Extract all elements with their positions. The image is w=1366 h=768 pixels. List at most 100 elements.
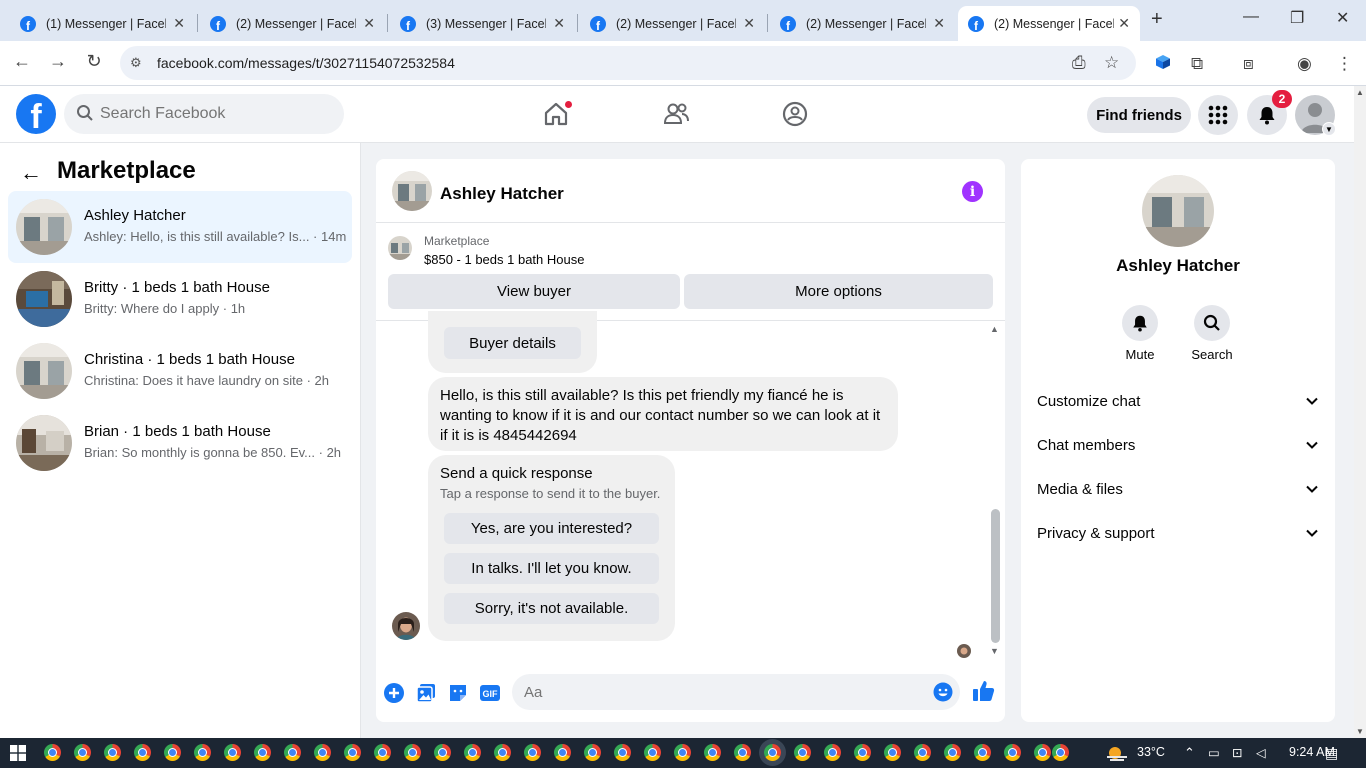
browser-menu-icon[interactable]: ⋮	[1336, 54, 1353, 74]
chrome-taskbar-icon[interactable]	[194, 744, 211, 761]
chrome-taskbar-icon[interactable]	[134, 744, 151, 761]
sticker-icon[interactable]	[447, 682, 469, 704]
scroll-up-arrow-icon[interactable]: ▲	[1356, 88, 1364, 97]
chrome-taskbar-icon[interactable]	[884, 744, 901, 761]
url-text[interactable]: facebook.com/messages/t/3027115407253258…	[157, 55, 455, 71]
browser-tab[interactable]: f (2) Messenger | Facebook ✕	[770, 6, 955, 41]
tab-search-icon[interactable]: ⧈	[1243, 54, 1254, 74]
like-thumbs-up-icon[interactable]	[972, 679, 996, 703]
chrome-taskbar-icon[interactable]	[704, 744, 721, 761]
volume-icon[interactable]: ◁	[1256, 745, 1266, 760]
chrome-taskbar-icon[interactable]	[734, 744, 751, 761]
restore-icon[interactable]: ❐	[1290, 8, 1304, 28]
section-privacy-support[interactable]: Privacy & support	[1029, 511, 1327, 555]
chrome-taskbar-icon[interactable]	[224, 744, 241, 761]
buyer-details-button[interactable]: Buyer details	[444, 327, 581, 359]
chrome-taskbar-icon[interactable]	[374, 744, 391, 761]
gaming-icon[interactable]	[781, 100, 809, 128]
chrome-taskbar-icon[interactable]	[974, 744, 991, 761]
browser-tab[interactable]: f (1) Messenger | Facebook ✕	[10, 6, 195, 41]
chrome-taskbar-icon[interactable]	[854, 744, 871, 761]
scroll-up-arrow-icon[interactable]: ▲	[990, 324, 999, 334]
chrome-taskbar-icon[interactable]	[494, 744, 511, 761]
chrome-taskbar-icon[interactable]	[824, 744, 841, 761]
chrome-taskbar-icon[interactable]	[74, 744, 91, 761]
windows-start-icon[interactable]	[10, 745, 26, 761]
photo-icon[interactable]	[415, 682, 437, 704]
info-icon[interactable]: i	[962, 181, 983, 202]
chrome-taskbar-icon[interactable]	[1052, 744, 1069, 761]
close-window-icon[interactable]: ✕	[1336, 8, 1349, 28]
browser-tab[interactable]: f (2) Messenger | Facebook ✕	[200, 6, 385, 41]
section-media-files[interactable]: Media & files	[1029, 467, 1327, 511]
chrome-taskbar-icon[interactable]	[794, 744, 811, 761]
quick-response-option[interactable]: Yes, are you interested?	[444, 513, 659, 544]
message-scrollbar-thumb[interactable]	[991, 509, 1000, 643]
facebook-search-box[interactable]	[64, 94, 344, 134]
profile-icon[interactable]: ◉	[1297, 54, 1312, 74]
page-scrollbar[interactable]: ▲ ▼	[1354, 86, 1366, 738]
address-bar[interactable]: ⚙ facebook.com/messages/t/30271154072532…	[120, 46, 1136, 80]
install-app-icon[interactable]: ⎙	[1072, 53, 1086, 73]
mute-button[interactable]: Mute	[1110, 305, 1170, 362]
chrome-taskbar-icon[interactable]	[434, 744, 451, 761]
close-tab-icon[interactable]: ✕	[173, 15, 185, 32]
message-input[interactable]	[512, 674, 960, 710]
chrome-taskbar-icon[interactable]	[644, 744, 661, 761]
chrome-taskbar-icon[interactable]	[584, 744, 601, 761]
chrome-taskbar-icon[interactable]	[554, 744, 571, 761]
weather-sun-icon[interactable]	[1105, 743, 1129, 763]
contact-avatar[interactable]	[392, 171, 432, 211]
section-customize-chat[interactable]: Customize chat	[1029, 379, 1327, 423]
extensions-puzzle-icon[interactable]: ⧉	[1191, 54, 1203, 74]
chevron-down-icon[interactable]: ▼	[1322, 122, 1336, 136]
conversation-item-christina[interactable]: Christina · 1 beds 1 bath House Christin…	[8, 335, 352, 407]
scroll-down-arrow-icon[interactable]: ▼	[1356, 727, 1364, 736]
chrome-taskbar-icon[interactable]	[944, 744, 961, 761]
facebook-search-input[interactable]	[100, 94, 330, 134]
quick-response-option[interactable]: Sorry, it's not available.	[444, 593, 659, 624]
temperature-text[interactable]: 33°C	[1137, 745, 1165, 759]
sender-avatar[interactable]	[392, 612, 420, 640]
chrome-taskbar-icon[interactable]	[344, 744, 361, 761]
browser-tab-active[interactable]: f (2) Messenger | Facebook ✕	[958, 6, 1140, 41]
chrome-taskbar-icon[interactable]	[614, 744, 631, 761]
chrome-taskbar-icon-active[interactable]	[764, 744, 781, 761]
emoji-icon[interactable]	[933, 682, 953, 702]
network-icon[interactable]: ⊡	[1232, 745, 1242, 760]
view-buyer-button[interactable]: View buyer	[388, 274, 680, 309]
bookmark-star-icon[interactable]: ☆	[1104, 53, 1119, 73]
more-options-button[interactable]: More options	[684, 274, 993, 309]
chrome-taskbar-icon[interactable]	[284, 744, 301, 761]
contact-profile-avatar[interactable]	[1142, 175, 1214, 247]
conversation-item-britty[interactable]: Britty · 1 beds 1 bath House Britty: Whe…	[8, 263, 352, 335]
conversation-item-brian[interactable]: Brian · 1 beds 1 bath House Brian: So mo…	[8, 407, 352, 479]
back-arrow-icon[interactable]: ←	[20, 160, 42, 186]
battery-icon[interactable]: ▭	[1208, 745, 1220, 760]
chrome-taskbar-icon[interactable]	[1034, 744, 1051, 761]
chrome-taskbar-icon[interactable]	[314, 744, 331, 761]
close-tab-icon[interactable]: ✕	[553, 15, 565, 32]
notification-center-icon[interactable]: ▤	[1325, 745, 1338, 762]
browser-tab[interactable]: f (3) Messenger | Facebook ✕	[390, 6, 575, 41]
chrome-taskbar-icon[interactable]	[464, 744, 481, 761]
contact-name[interactable]: Ashley Hatcher	[440, 184, 564, 204]
menu-grid-button[interactable]	[1198, 95, 1238, 135]
chevron-up-icon[interactable]: ⌃	[1184, 745, 1195, 761]
chrome-taskbar-icon[interactable]	[914, 744, 931, 761]
close-tab-icon[interactable]: ✕	[933, 15, 945, 32]
chrome-taskbar-icon[interactable]	[44, 744, 61, 761]
chrome-taskbar-icon[interactable]	[254, 744, 271, 761]
forward-arrow-icon[interactable]: →	[46, 51, 70, 72]
minimize-icon[interactable]: —	[1243, 8, 1259, 26]
friends-icon[interactable]	[662, 100, 690, 128]
close-tab-icon[interactable]: ✕	[743, 15, 755, 32]
search-conversation-button[interactable]: Search	[1182, 305, 1242, 362]
back-arrow-icon[interactable]: ←	[10, 51, 34, 72]
chrome-taskbar-icon[interactable]	[164, 744, 181, 761]
listing-title[interactable]: $850 - 1 beds 1 bath House	[424, 252, 584, 267]
quick-response-option[interactable]: In talks. I'll let you know.	[444, 553, 659, 584]
facebook-logo-icon[interactable]: f	[16, 94, 56, 134]
extension-cube-icon[interactable]	[1155, 54, 1171, 75]
find-friends-button[interactable]: Find friends	[1087, 97, 1191, 133]
